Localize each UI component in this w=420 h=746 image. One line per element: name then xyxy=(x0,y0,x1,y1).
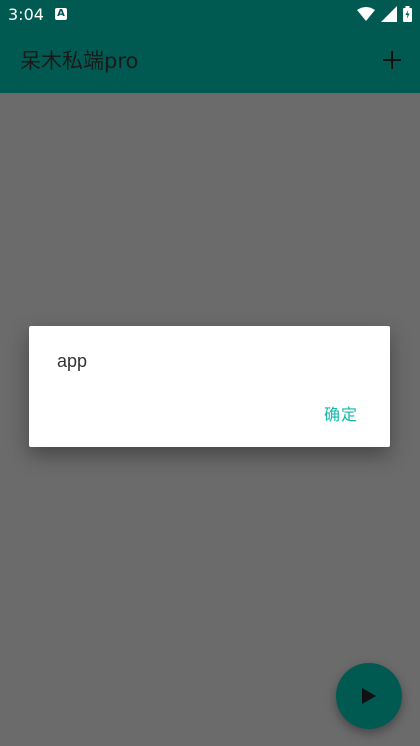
a-notification-icon: A xyxy=(55,8,67,20)
alert-dialog: app 确定 xyxy=(29,326,390,447)
wifi-icon xyxy=(357,7,375,21)
play-fab-button[interactable] xyxy=(336,663,402,729)
app-bar: 呆木私端pro xyxy=(0,30,420,93)
signal-icon xyxy=(381,6,397,22)
status-time: 3:04 xyxy=(8,5,44,24)
status-icons xyxy=(357,6,412,22)
dialog-message: app xyxy=(57,351,88,371)
battery-icon xyxy=(403,6,412,22)
status-bar: 3:04 A xyxy=(0,0,420,30)
play-icon xyxy=(362,688,376,704)
add-icon xyxy=(383,51,401,69)
app-title: 呆木私端pro xyxy=(20,49,139,73)
add-button[interactable] xyxy=(376,44,408,76)
ok-button[interactable]: 确定 xyxy=(324,404,358,426)
